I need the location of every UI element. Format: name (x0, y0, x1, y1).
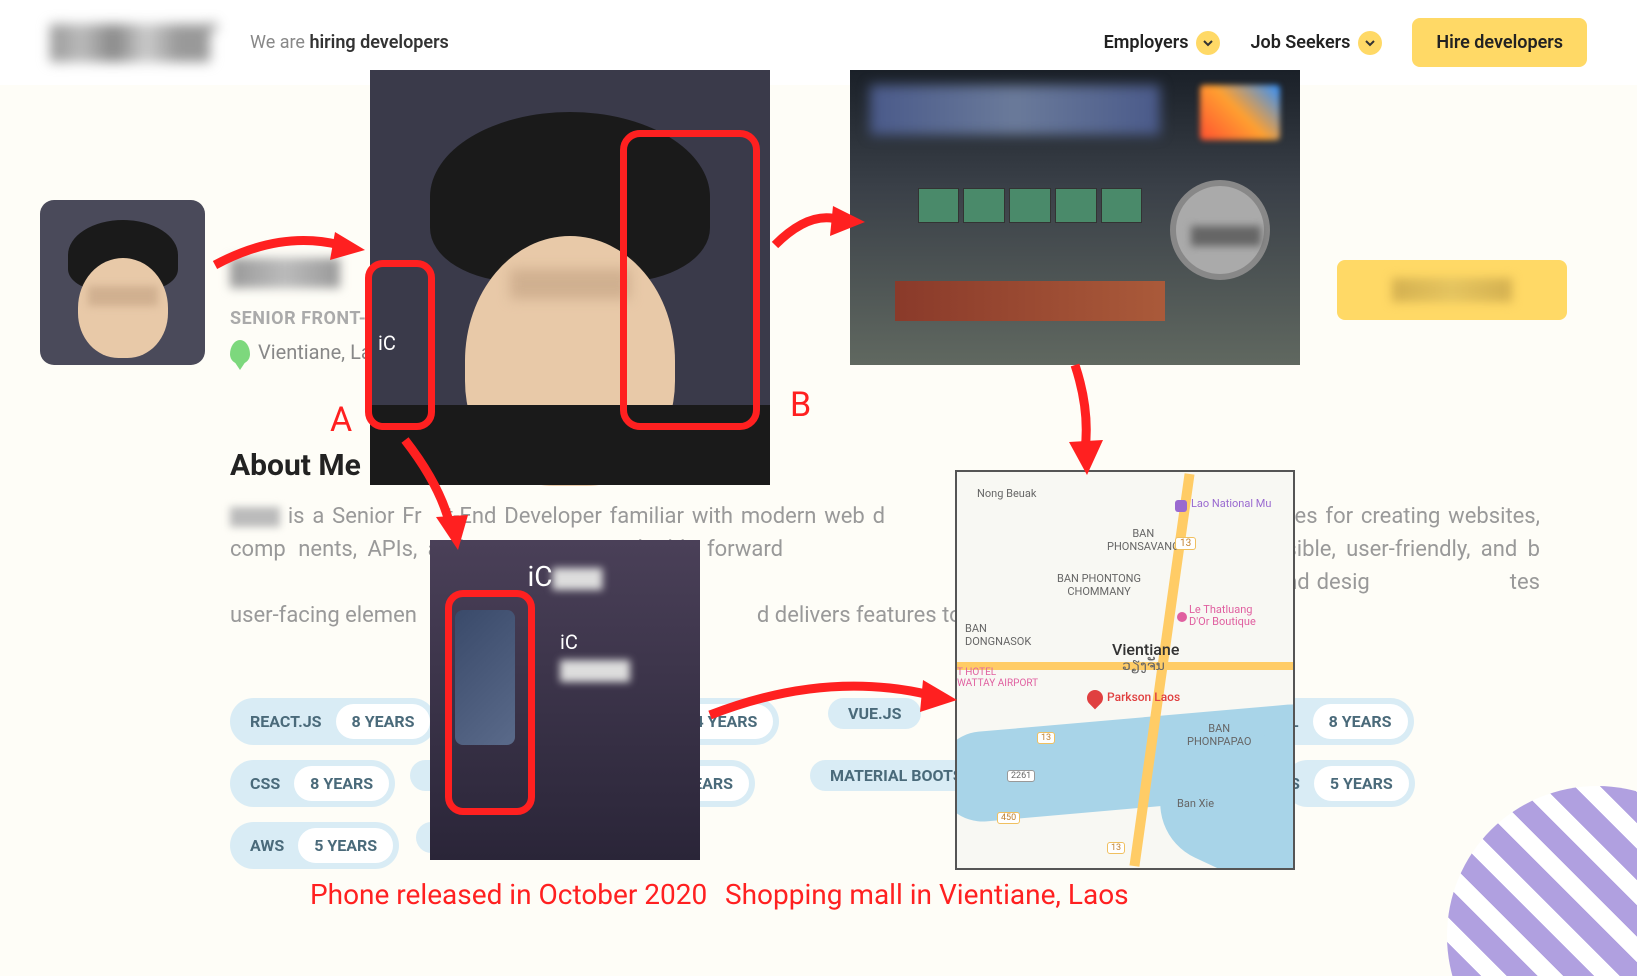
arrow-b-to-mall (770, 200, 870, 264)
map-route-13b: 13 (1037, 732, 1055, 744)
nav-employers[interactable]: Employers (1104, 31, 1221, 55)
map-label-museum: Lao National Mu (1191, 497, 1271, 510)
map-route-13c: 13 (1107, 842, 1125, 854)
header-right: Employers Job Seekers Hire developers (1104, 18, 1587, 67)
skill-years: 5 YEARS (1314, 766, 1409, 801)
arrow-a-to-phone (400, 435, 480, 559)
profile-action-button-blurred[interactable] (1337, 260, 1567, 320)
hiring-tagline: We are hiring developers (250, 32, 449, 53)
arrow-phone-to-map (705, 660, 965, 744)
skill-years: 8 YEARS (1313, 704, 1408, 739)
tagline-strong: hiring developers (309, 32, 448, 53)
header-left: ® We are hiring developers (50, 24, 449, 62)
mall-circular-sign (1170, 180, 1270, 280)
map-parkson-label: Parkson Laos (1107, 690, 1180, 704)
location-pin-icon (230, 340, 250, 364)
annotation-label-b: B (790, 385, 811, 425)
annotation-box-phone (445, 590, 535, 815)
caption-phone: Phone released in October 2020 (310, 878, 707, 911)
skill-reactjs[interactable]: REACT.JS 8 YEARS (230, 698, 436, 745)
nav-job-seekers[interactable]: Job Seekers (1250, 31, 1382, 55)
map-label-phonpapao: BAN PHONPAPAO (1187, 722, 1251, 748)
avatar-face (78, 258, 168, 358)
skill-name: AWS (250, 836, 284, 855)
about-me-heading: About Me (230, 448, 361, 483)
avatar-eyes-blurred (88, 286, 158, 306)
hire-button-label: Hire developers (1436, 32, 1563, 53)
chevron-down-icon (1358, 31, 1382, 55)
photo-eyes-blurred (510, 269, 630, 299)
phone-text-blurred (560, 660, 630, 682)
skill-css[interactable]: CSS 8 YEARS (230, 760, 395, 807)
map-route-450: 450 (997, 812, 1020, 824)
arrow-mall-to-map (1035, 360, 1125, 484)
skill-name: CSS (250, 774, 280, 793)
map-label-dongnasok: BAN DONGNASOK (965, 622, 1031, 648)
site-logo-blurred[interactable]: ® (50, 24, 210, 62)
map-route-2261: 2261 (1007, 770, 1035, 782)
map-route-13: 13 (1175, 537, 1196, 550)
phone-store-sign: iC (527, 560, 602, 593)
map-label-phontong: BAN PHONTONG CHOMMANY (1057, 572, 1141, 598)
skill-aws[interactable]: AWS 5 YEARS (230, 822, 399, 869)
arrow-avatar-to-large (210, 220, 370, 284)
about-segment: t-End Developer familiar with modern web… (446, 504, 885, 529)
mall-circle-text-blurred (1191, 226, 1261, 246)
caption-mall: Shopping mall in Vientiane, Laos (725, 878, 1129, 911)
nav-job-seekers-label: Job Seekers (1250, 32, 1350, 53)
map-hotel-icon (1177, 612, 1187, 622)
map-label-thatluang: Le Thatluang D'Or Boutique (1189, 604, 1256, 628)
purple-striped-circle (1447, 786, 1637, 976)
hire-developers-button[interactable]: Hire developers (1412, 18, 1587, 67)
map-city-lao-label: ວຽງຈັນ (1122, 658, 1165, 674)
phone-sign-blurred (553, 568, 603, 590)
map-label-phonsavang: BAN PHONSAVANG (1107, 527, 1180, 553)
decorative-circle (1417, 756, 1637, 976)
site-header: ® We are hiring developers Employers Job… (0, 0, 1637, 85)
mall-screen (1200, 85, 1280, 140)
profile-avatar-thumbnail[interactable] (40, 200, 205, 365)
nav-employers-label: Employers (1104, 32, 1189, 53)
shopping-mall-photo (850, 70, 1300, 365)
mall-counter (895, 281, 1165, 321)
skill-years: 8 YEARS (336, 704, 431, 739)
registered-mark: ® (209, 20, 218, 34)
skill-years: 8 YEARS (294, 766, 389, 801)
map-label-ban-xie: Ban Xie (1177, 797, 1214, 810)
tagline-prefix: We are (250, 32, 309, 53)
mall-sign-blurred (870, 85, 1160, 135)
annotation-box-b (620, 130, 760, 430)
mall-menu-boards (918, 188, 1143, 223)
map-city-label: Vientiane (1112, 640, 1179, 659)
map-label-airport: T HOTEL WATTAY AIRPORT (957, 667, 1038, 689)
annotation-box-a (365, 260, 435, 430)
about-name-blurred (230, 507, 280, 527)
map-museum-icon (1175, 500, 1187, 512)
map-overlay: Nong Beuak BAN PHONSAVANG BAN PHONTONG C… (955, 470, 1295, 870)
skill-s[interactable]: S 5 YEARS (1284, 760, 1415, 807)
action-button-text-blurred (1392, 278, 1512, 302)
phone-ic-text: iC (560, 630, 578, 654)
skill-years: 5 YEARS (298, 828, 393, 863)
chevron-down-icon (1196, 31, 1220, 55)
annotation-label-a: A (330, 400, 352, 440)
skill-name: REACT.JS (250, 712, 322, 731)
phone-sign-text: iC (527, 560, 552, 593)
map-label-nong-beuak: Nong Beuak (977, 487, 1036, 500)
